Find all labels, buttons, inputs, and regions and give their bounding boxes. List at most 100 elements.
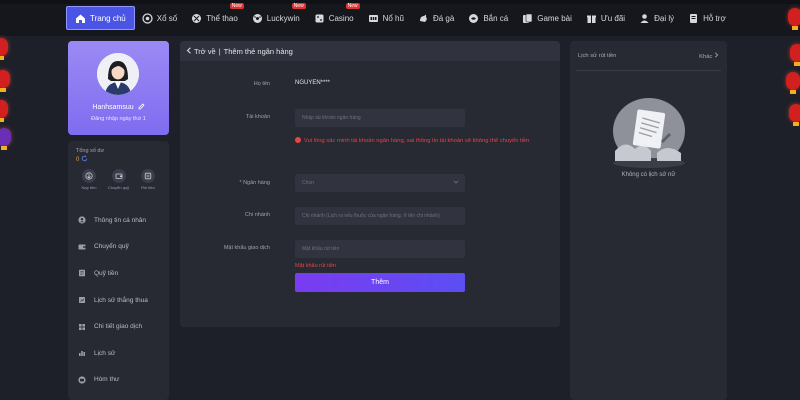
nav-fishing-label: Bắn cá [483,13,509,23]
menu-item-win-loss-history[interactable]: Lịch sử thắng thua [68,287,169,314]
pin-label: Mật khẩu giao dịch [223,245,270,251]
chevron-down-icon [453,180,459,186]
mailbox-icon [78,376,86,384]
panel-header: Trở về | Thêm thẻ ngân hàng [180,41,560,61]
bank-select[interactable]: Chọn [295,174,465,192]
nav-luckywin-label: Luckywin [266,13,300,23]
account-menu: Thông tin cá nhân Chuyển quỹ Quỹ tiền Lị… [68,207,169,393]
account-number-input[interactable]: Nhập tài khoản ngân hàng [295,109,465,127]
balance-value: 0 [76,155,88,164]
chart-icon [78,349,86,357]
top-strip [0,0,800,4]
transfer-button[interactable]: Chuyển quỹ [106,169,132,190]
nav-agent-label: Đại lý [654,13,675,23]
nav-promo[interactable]: Ưu đãi [579,6,632,30]
lantern-decoration [786,72,800,94]
withdraw-password-input[interactable]: Mật khẩu rút tiền [295,240,465,258]
home-icon [75,13,86,24]
menu-item-label: Hòm thư [94,376,120,384]
avatar[interactable] [97,53,139,95]
lantern-decoration [0,38,8,60]
account-sidebar: Tổng số dư 0 Nạp tiền Chuyển quỹ Rút tiề… [68,141,169,400]
menu-item-label: Quỹ tiền [94,269,119,277]
lantern-decoration [789,104,800,126]
nav-support-label: Hỗ trợ [703,13,726,23]
username: Hanhsamsuu [68,103,169,112]
warning-message: Vui lòng xác minh tài khoản ngân hàng, s… [295,135,555,148]
nav-cockfight[interactable]: Đá gà [411,6,461,30]
new-badge: New [291,3,306,9]
lantern-decoration [0,70,10,92]
lantern-decoration [788,8,800,30]
history-icon [78,296,86,304]
withdraw-history-panel: Lịch sử rút tiền Khác Không có lịch sử n… [570,41,727,400]
history-header: Lịch sử rút tiền Khác [570,41,727,71]
nav-luckywin[interactable]: Luckywin New [245,3,307,30]
menu-item-transaction-detail[interactable]: Chi tiết giao dịch [68,313,169,340]
withdraw-icon [141,169,155,183]
balance-label: Tổng số dư [76,148,105,154]
bank-label: * Ngân hàng [239,180,270,186]
menu-item-personal-info[interactable]: Thông tin cá nhân [68,207,169,234]
refresh-icon[interactable] [81,155,88,164]
branch-input[interactable]: Chi nhánh (Lịch ra nếu thuộc của ngân hà… [295,207,465,225]
deposit-button[interactable]: Nạp tiền [76,169,102,190]
menu-item-transfer[interactable]: Chuyển quỹ [68,234,169,261]
nav-agent[interactable]: Đại lý [632,6,681,30]
transfer-label: Chuyển quỹ [107,185,130,190]
lantern-decoration [0,100,8,122]
menu-item-fund[interactable]: Quỹ tiền [68,260,169,287]
chevron-left-icon [186,46,192,56]
nav-jackpot[interactable]: Nổ hũ [361,6,411,30]
nav-sports-label: Thể thao [206,13,238,23]
menu-item-history[interactable]: Lịch sử [68,340,169,367]
login-days-text: Đăng nhập ngày thứ 1 [91,116,146,122]
nav-support[interactable]: Hỗ trợ [681,6,733,30]
nav-lottery[interactable]: Xổ số [135,6,184,30]
nav-casino[interactable]: Casino New [307,3,361,30]
luckywin-icon [252,13,263,24]
withdraw-button[interactable]: Rút tiền [135,169,161,190]
fishing-icon [468,13,479,24]
transaction-icon [78,323,86,331]
new-badge: New [229,3,244,9]
other-link[interactable]: Khác [699,52,719,60]
header-divider: | [218,46,221,56]
nav-fishing[interactable]: Bắn cá [461,6,515,30]
back-button[interactable]: Trở về [186,47,216,56]
add-button[interactable]: Thêm [295,273,465,292]
nav-home[interactable]: Trang chủ [66,6,135,30]
sports-icon [191,13,202,24]
history-title: Lịch sử rút tiền [578,53,617,59]
transfer-icon [111,169,126,183]
menu-item-mailbox[interactable]: Hòm thư [68,367,169,394]
header-divider [576,70,721,71]
support-icon [688,13,699,24]
top-navigation-bar: Trang chủ Xổ số Thể thao New Luckywin Ne… [0,0,800,36]
deposit-icon [82,169,96,183]
nav-cards[interactable]: Game bài [515,6,579,30]
menu-item-label: Chuyển quỹ [94,243,129,251]
lantern-decoration [0,128,11,150]
menu-item-label: Lịch sử thắng thua [94,296,148,304]
deposit-label: Nạp tiền [81,185,97,190]
wallet-actions: Nạp tiền Chuyển quỹ Rút tiền [76,169,161,190]
nav-home-label: Trang chủ [90,13,126,23]
nav-casino-label: Casino [328,13,354,23]
empty-state-illustration [605,91,693,171]
casino-icon [314,13,325,24]
promo-icon [586,13,597,24]
nav-sports[interactable]: Thể thao New [184,3,245,30]
page-title: Thêm thẻ ngân hàng [223,46,293,56]
cards-icon [522,13,533,24]
nav-cockfight-label: Đá gà [432,13,455,23]
nav-promo-label: Ưu đãi [600,13,626,23]
lottery-icon [142,12,153,24]
cockfight-icon [418,13,429,24]
pin-error: Mật khẩu rút tiền [295,263,336,269]
fund-icon [78,269,86,277]
jackpot-icon [368,13,379,24]
transfer-icon [78,243,86,251]
edit-icon[interactable] [138,103,145,112]
alert-icon [295,137,301,143]
